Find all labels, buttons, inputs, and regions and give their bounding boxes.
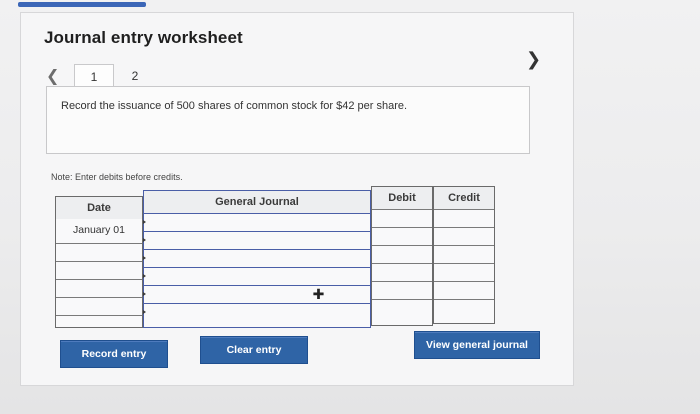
row-divider — [372, 281, 432, 282]
debit-column: Debit — [371, 186, 433, 326]
record-entry-button[interactable]: Record entry — [60, 340, 168, 368]
account-input-marker[interactable] — [143, 238, 146, 242]
clear-entry-button[interactable]: Clear entry — [200, 336, 308, 364]
date-column: Date January 01 — [55, 196, 143, 328]
worksheet-title: Journal entry worksheet — [44, 28, 243, 47]
row-divider — [372, 245, 432, 246]
row-divider — [434, 281, 494, 282]
row-divider — [372, 227, 432, 228]
row-divider — [144, 231, 370, 232]
row-divider — [144, 249, 370, 250]
credit-header: Credit — [434, 187, 494, 209]
row-divider — [434, 245, 494, 246]
tab-label: 2 — [131, 69, 139, 83]
row-divider — [434, 209, 494, 210]
move-cursor-icon: ✚ — [312, 286, 325, 302]
row-divider — [434, 227, 494, 228]
account-input-marker[interactable] — [143, 274, 146, 278]
account-input-marker[interactable] — [143, 220, 146, 224]
instruction-box: Record the issuance of 500 shares of com… — [46, 86, 530, 154]
row-divider — [56, 279, 142, 280]
row-divider — [56, 297, 142, 298]
row-divider — [56, 261, 142, 262]
general-journal-column: General Journal — [143, 190, 371, 328]
row-divider — [434, 263, 494, 264]
row-divider — [372, 263, 432, 264]
account-input-marker[interactable] — [143, 256, 146, 260]
tab-1[interactable]: 1 — [74, 64, 114, 88]
row-divider — [372, 299, 432, 300]
tab-label: 1 — [90, 70, 98, 84]
date-header: Date — [56, 197, 142, 219]
row-divider — [144, 303, 370, 304]
view-general-journal-button[interactable]: View general journal — [414, 331, 540, 359]
chevron-right-icon[interactable]: ❯ — [526, 49, 541, 70]
date-cell[interactable]: January 01 — [56, 224, 142, 236]
instruction-text: Record the issuance of 500 shares of com… — [61, 100, 408, 112]
debit-header: Debit — [372, 187, 432, 209]
note-text: Note: Enter debits before credits. — [51, 172, 183, 182]
row-divider — [434, 299, 494, 300]
credit-column: Credit — [433, 186, 495, 324]
row-divider — [144, 267, 370, 268]
row-divider — [56, 243, 142, 244]
tab-2[interactable]: 2 — [116, 64, 154, 87]
progress-bar — [18, 2, 146, 7]
account-input-marker[interactable] — [143, 292, 146, 296]
account-input-marker[interactable] — [143, 310, 146, 314]
general-journal-header: General Journal — [144, 191, 370, 213]
row-divider — [372, 209, 432, 210]
chevron-left-icon[interactable]: ❮ — [46, 66, 59, 86]
row-divider — [144, 285, 370, 286]
journal-table: Date January 01 General Journal Debit Cr… — [55, 186, 495, 330]
row-divider — [144, 213, 370, 214]
row-divider — [56, 315, 142, 316]
